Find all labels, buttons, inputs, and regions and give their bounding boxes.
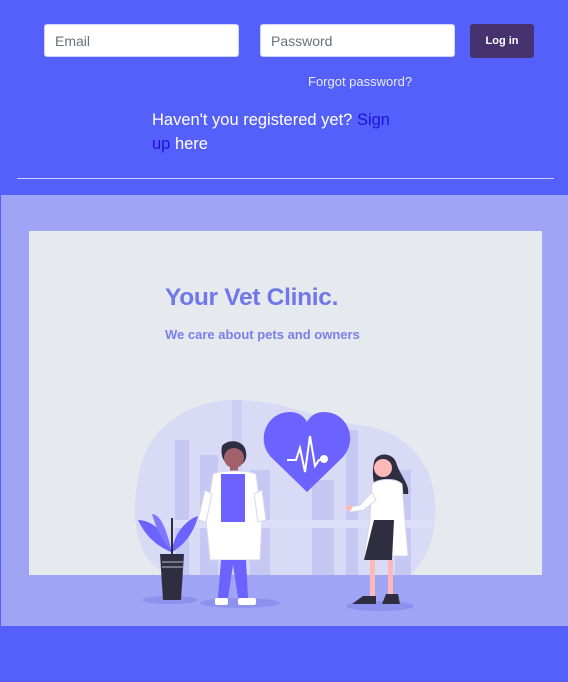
vet-illustration [29,399,542,626]
